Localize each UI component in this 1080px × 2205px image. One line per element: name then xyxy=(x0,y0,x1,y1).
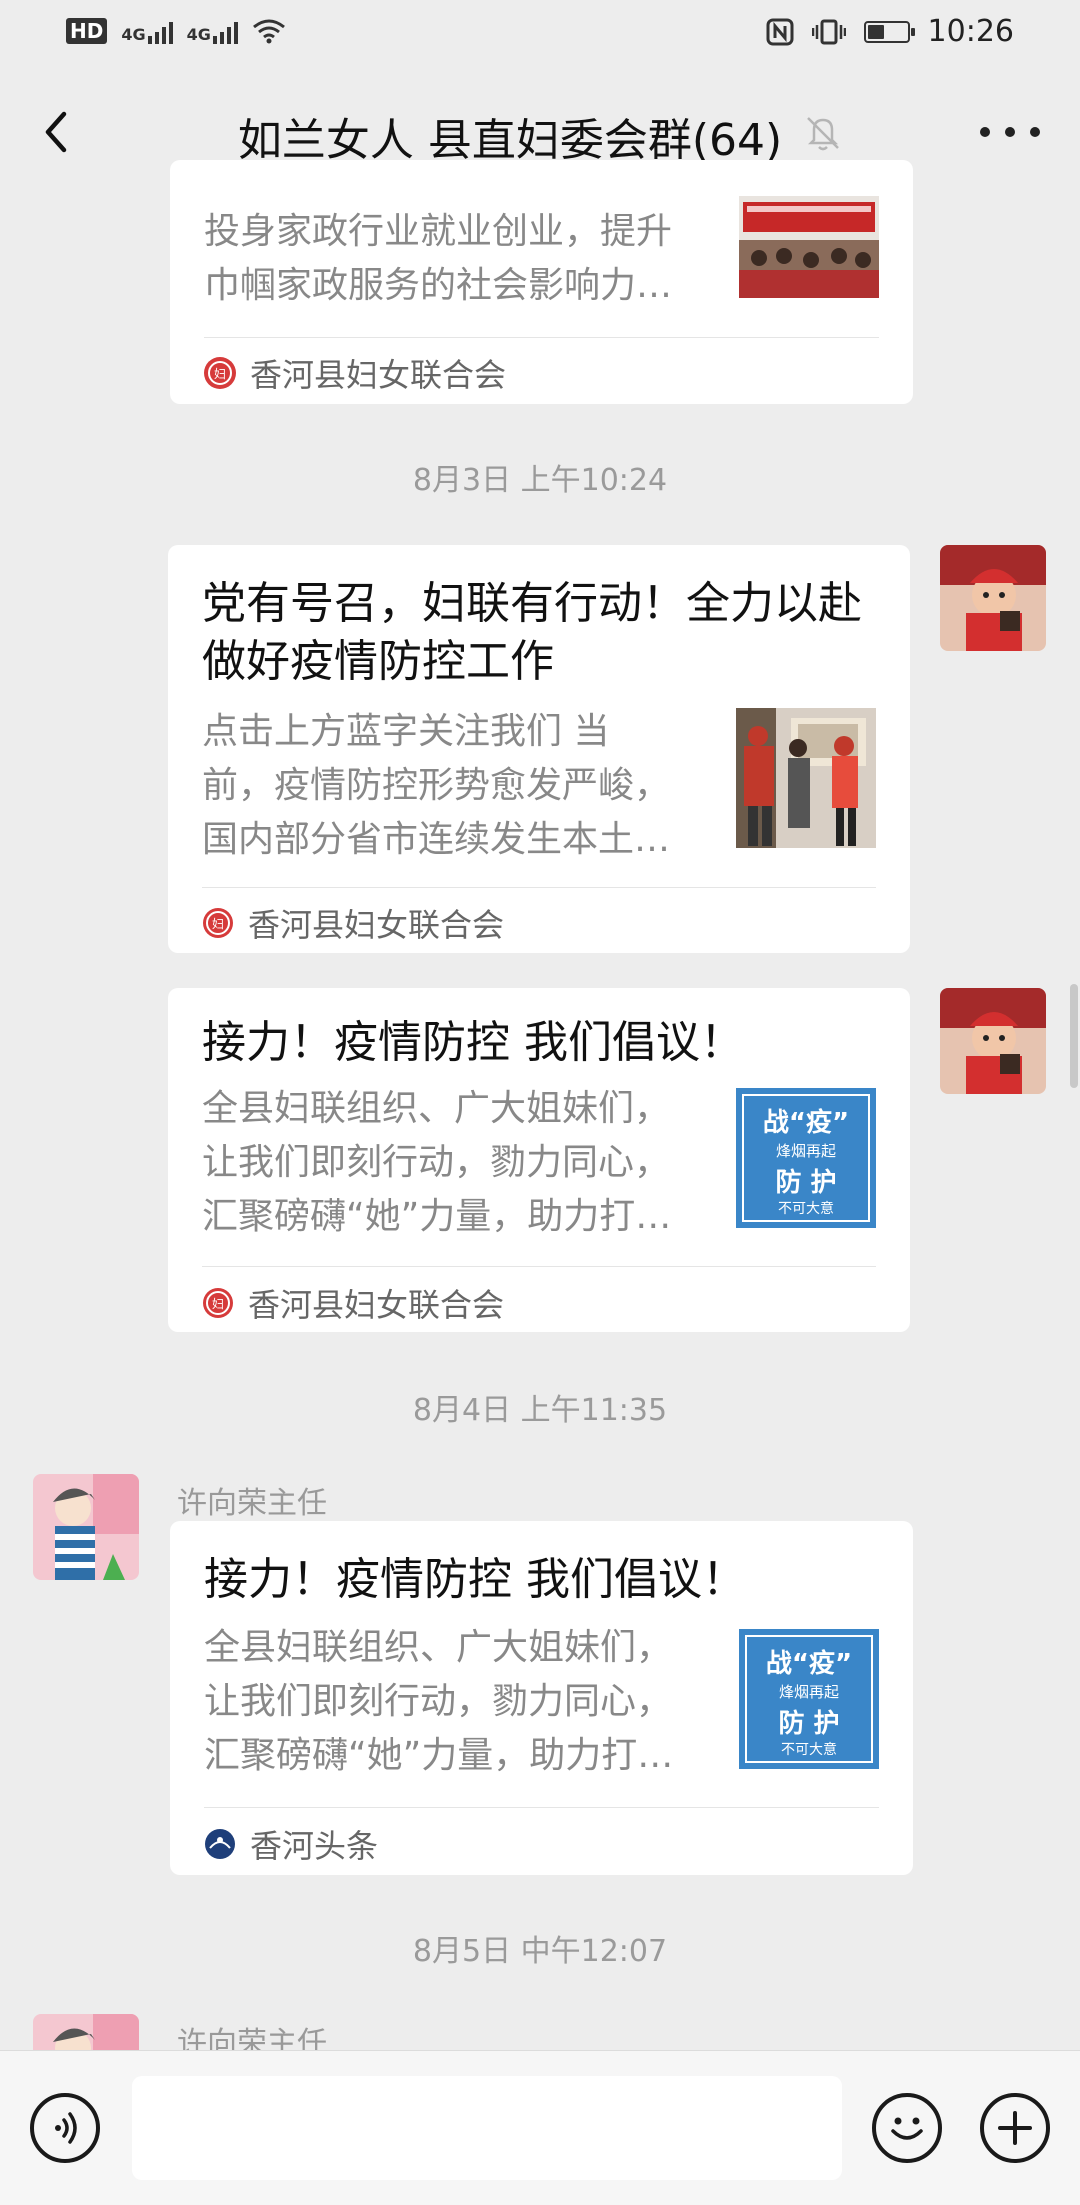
divider xyxy=(204,1807,879,1808)
nfc-icon xyxy=(766,18,794,45)
timestamp: 8月3日 上午10:24 xyxy=(412,463,668,498)
mute-bell-icon xyxy=(807,117,839,151)
my-avatar[interactable] xyxy=(940,545,1046,651)
hd-icon: HD xyxy=(66,18,108,44)
article-title: 接力！疫情防控 我们倡议！ xyxy=(202,1017,744,1068)
divider xyxy=(204,337,879,338)
article-desc: 全县妇联组织、广大姐妹们， 让我们即刻行动，勠力同心， 汇聚磅礴“她”力量，助力… xyxy=(204,1627,674,1776)
timestamp: 8月5日 中午12:07 xyxy=(412,1934,668,1969)
scrollbar[interactable] xyxy=(1070,984,1078,1088)
sender-avatar[interactable] xyxy=(33,2014,139,2050)
svg-text:妇: 妇 xyxy=(214,367,226,381)
article-title: 党有号召，妇联有行动！全力以赴 做好疫情防控工作 xyxy=(202,578,862,687)
status-bar: HD 4G 4G 10:26 xyxy=(0,0,1080,68)
status-right: 10:26 xyxy=(766,14,1014,49)
article-title: 接力！疫情防控 我们倡议！ xyxy=(204,1554,746,1605)
vibrate-icon xyxy=(811,19,846,44)
article-thumbnail xyxy=(736,708,876,848)
emoji-icon xyxy=(891,2117,923,2140)
more-functions-button[interactable] xyxy=(980,2093,1050,2163)
page-title: 如兰女人 县直妇委会群(64) xyxy=(237,115,783,166)
status-left: HD 4G 4G xyxy=(66,18,286,44)
timestamp: 8月4日 上午11:35 xyxy=(412,1393,668,1428)
fulian-logo-icon: 妇 xyxy=(202,1287,234,1319)
back-icon[interactable] xyxy=(28,102,88,162)
article-card[interactable]: 党有号召，妇联有行动！全力以赴 做好疫情防控工作 点击上方蓝字关注我们 当 前，… xyxy=(168,545,910,953)
clock: 10:26 xyxy=(927,14,1014,49)
divider xyxy=(202,1266,876,1267)
input-bar xyxy=(0,2050,1080,2205)
message-input[interactable] xyxy=(132,2076,842,2180)
article-source: 香河头条 xyxy=(204,1821,378,1867)
article-thumbnail: 战“疫” 烽烟再起 防 护 不可大意 xyxy=(739,1629,879,1769)
article-card[interactable]: 接力！疫情防控 我们倡议！ 全县妇联组织、广大姐妹们， 让我们即刻行动，勠力同心… xyxy=(168,988,910,1332)
article-card[interactable]: 接力！疫情防控 我们倡议！ 全县妇联组织、广大姐妹们， 让我们即刻行动，勠力同心… xyxy=(170,1521,913,1875)
plus-icon xyxy=(998,2111,1032,2145)
emoji-button[interactable] xyxy=(872,2093,942,2163)
xianghe-toutiao-logo-icon xyxy=(204,1828,236,1860)
article-source: 妇 香河县妇女联合会 xyxy=(204,350,506,396)
svg-text:妇: 妇 xyxy=(212,917,224,931)
more-menu-icon[interactable] xyxy=(980,120,1040,144)
voice-icon xyxy=(55,2112,77,2144)
article-desc: 全县妇联组织、广大姐妹们， 让我们即刻行动，勠力同心， 汇聚磅礴“她”力量，助力… xyxy=(202,1088,672,1237)
battery-icon xyxy=(863,20,915,43)
wifi-icon xyxy=(252,19,285,44)
voice-button[interactable] xyxy=(30,2093,100,2163)
article-thumbnail xyxy=(739,196,879,298)
article-source: 妇 香河县妇女联合会 xyxy=(202,1280,504,1326)
article-desc: 投身家政行业就业创业，提升 巾帼家政服务的社会影响力… xyxy=(204,211,673,306)
article-source: 妇 香河县妇女联合会 xyxy=(202,900,504,946)
article-card[interactable]: 投身家政行业就业创业，提升 巾帼家政服务的社会影响力… 妇 香河县妇女联合会 xyxy=(170,160,913,404)
fulian-logo-icon: 妇 xyxy=(204,357,236,389)
my-avatar[interactable] xyxy=(940,988,1046,1094)
signal-icon-2: 4G xyxy=(187,18,238,44)
divider xyxy=(202,887,876,888)
sender-avatar[interactable] xyxy=(33,1474,139,1580)
article-desc: 点击上方蓝字关注我们 当 前，疫情防控形势愈发严峻， 国内部分省市连续发生本土… xyxy=(202,711,671,860)
fulian-logo-icon: 妇 xyxy=(202,907,234,939)
svg-text:妇: 妇 xyxy=(212,1297,224,1311)
article-thumbnail: 战“疫” 烽烟再起 防 护 不可大意 xyxy=(736,1088,876,1228)
sender-name: 许向荣主任 xyxy=(177,1486,327,1521)
signal-icon-1: 4G xyxy=(121,18,173,44)
